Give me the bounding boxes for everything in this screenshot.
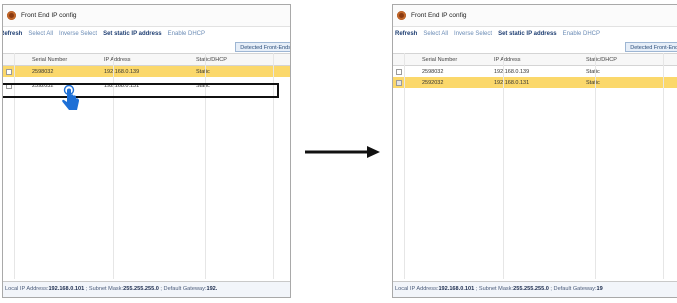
column-serial-number[interactable]: Serial Number: [404, 57, 492, 63]
subnet-label: ; Subnet Mask:: [84, 286, 124, 292]
app-icon: [397, 11, 406, 20]
grid-header: Serial Number IP Address Static/DHCP: [3, 53, 290, 66]
refresh-button[interactable]: Refresh: [395, 31, 417, 37]
column-ip-address[interactable]: IP Address: [492, 57, 584, 63]
grid-header: Serial Number IP Address Static/DHCP: [393, 53, 677, 66]
enable-dhcp-button[interactable]: Enable DHCP: [563, 31, 600, 37]
local-ip-value: 192.168.0.101: [48, 286, 85, 292]
table-row[interactable]: 2598032 192.168.0.139 Static: [3, 66, 290, 77]
row-checkbox[interactable]: [395, 79, 402, 86]
column-static-dhcp[interactable]: Static/DHCP: [194, 57, 254, 63]
window-title: Front End IP config: [411, 12, 467, 19]
set-static-ip-button[interactable]: Set static IP address: [103, 31, 162, 37]
window-title: Front End IP config: [21, 12, 77, 19]
select-all-button[interactable]: Select All: [423, 31, 448, 37]
column-serial-number[interactable]: Serial Number: [14, 57, 102, 63]
subnet-value: 255.255.255.0: [513, 286, 549, 292]
gateway-label: ; Default Gateway:: [158, 286, 207, 292]
detected-front-ends-tab[interactable]: Detected Front-Ends: [625, 42, 677, 52]
detected-front-ends-tab[interactable]: Detected Front-Ends: [235, 42, 290, 52]
detected-row: Detected Front-Ends: [393, 41, 677, 53]
column-ip-address[interactable]: IP Address: [102, 57, 194, 63]
refresh-button[interactable]: Refresh: [3, 31, 22, 37]
status-bar: Local IP Address:192.168.0.101 ; Subnet …: [3, 281, 290, 297]
mode-cell: Static: [586, 79, 600, 86]
inverse-select-button[interactable]: Inverse Select: [454, 31, 492, 37]
serial-cell: 2598032: [32, 68, 54, 75]
arrow-right-icon: [305, 146, 380, 158]
ip-cell: 192.168.0.139: [104, 68, 140, 75]
serial-cell: 2598032: [422, 68, 444, 75]
gateway-value: 192.: [206, 286, 218, 292]
row-highlight-box: [3, 83, 279, 98]
serial-cell: 2592032: [422, 79, 444, 86]
subnet-label: ; Subnet Mask:: [474, 286, 514, 292]
mode-cell: Static: [196, 68, 210, 75]
toolbar: Refresh Select All Inverse Select Set st…: [3, 27, 290, 41]
right-window: Front End IP config Refresh Select All I…: [392, 4, 677, 298]
hand-pointer-icon: [62, 85, 80, 110]
subnet-value: 255.255.255.0: [123, 286, 159, 292]
inverse-select-button[interactable]: Inverse Select: [59, 31, 97, 37]
status-bar: Local IP Address:192.168.0.101 ; Subnet …: [393, 281, 677, 297]
select-all-button[interactable]: Select All: [28, 31, 53, 37]
local-ip-label: Local IP Address:: [5, 286, 49, 292]
row-checkbox[interactable]: [5, 68, 12, 75]
ip-cell: 192.168.0.139: [494, 68, 530, 75]
title-bar: Front End IP config: [3, 5, 290, 27]
toolbar: Refresh Select All Inverse Select Set st…: [393, 27, 677, 41]
gateway-value: 19: [596, 286, 603, 292]
local-ip-value: 192.168.0.101: [438, 286, 475, 292]
left-window: Front End IP config Refresh Select All I…: [2, 4, 291, 298]
ip-cell: 192.168.0.131: [494, 79, 530, 86]
title-bar: Front End IP config: [393, 5, 677, 27]
app-icon: [7, 11, 16, 20]
detected-row: Detected Front-Ends: [3, 41, 290, 53]
table-row[interactable]: 2598032 192.168.0.139 Static: [393, 66, 677, 77]
mode-cell: Static: [586, 68, 600, 75]
front-ends-grid: Serial Number IP Address Static/DHCP 259…: [393, 53, 677, 279]
row-checkbox[interactable]: [395, 68, 402, 75]
gateway-label: ; Default Gateway:: [548, 286, 597, 292]
enable-dhcp-button[interactable]: Enable DHCP: [168, 31, 205, 37]
table-row[interactable]: 2592032 192.168.0.131 Static: [393, 77, 677, 88]
column-static-dhcp[interactable]: Static/DHCP: [584, 57, 644, 63]
local-ip-label: Local IP Address:: [395, 286, 439, 292]
set-static-ip-button[interactable]: Set static IP address: [498, 31, 557, 37]
